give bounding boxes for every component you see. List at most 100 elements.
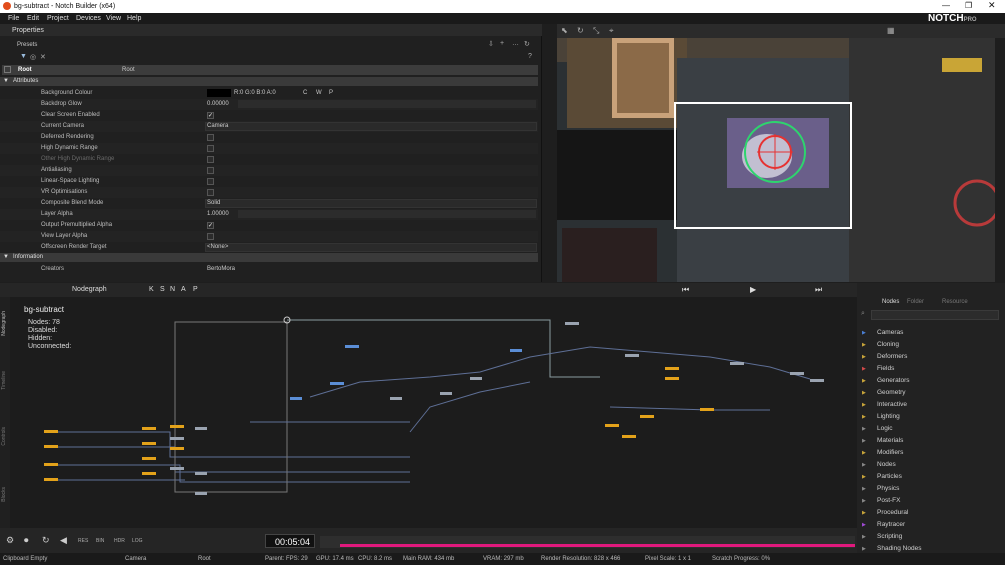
res-button[interactable]: RES <box>78 538 88 544</box>
timeline-track[interactable] <box>320 536 855 548</box>
attribute-row[interactable]: Offscreen Render Target <None> <box>0 242 538 253</box>
toolbar-letter-n[interactable]: N <box>170 286 175 293</box>
nodegraph-canvas[interactable]: bg-subtract Nodes: 78 Disabled: Hidden: … <box>10 297 857 528</box>
node-category-item[interactable]: Logic <box>877 425 893 432</box>
scale-tool-icon[interactable]: ⤡ <box>593 26 599 36</box>
colour-swatch[interactable] <box>207 89 231 97</box>
camera-tool-icon[interactable]: ⌖ <box>609 26 614 36</box>
refresh-icon[interactable]: ↻ <box>524 40 530 48</box>
tab-folder[interactable]: Folder <box>907 299 924 305</box>
menu-file[interactable]: File <box>8 15 19 22</box>
back-icon[interactable]: ◀ <box>60 535 67 546</box>
expand-arrow-icon[interactable]: ▶ <box>862 474 866 480</box>
menu-view[interactable]: View <box>106 15 121 22</box>
attribute-slider[interactable] <box>238 100 536 108</box>
refresh-icon[interactable]: ↻ <box>42 535 50 546</box>
camera-icon[interactable]: ⏺ <box>24 535 29 546</box>
more-icon[interactable]: … <box>512 40 519 47</box>
attribute-checkbox[interactable] <box>207 189 214 196</box>
rotate-tool-icon[interactable]: ↻ <box>577 26 584 35</box>
toolbar-letter-p[interactable]: P <box>193 286 198 293</box>
target-icon[interactable]: ◎ <box>30 53 36 61</box>
expand-arrow-icon[interactable]: ▶ <box>862 342 866 348</box>
attribute-row[interactable]: View Layer Alpha <box>0 231 538 242</box>
expand-arrow-icon[interactable]: ▶ <box>862 426 866 432</box>
information-section[interactable]: ▼ Information <box>0 253 538 262</box>
attribute-checkbox[interactable] <box>207 145 214 152</box>
node-category-item[interactable]: Generators <box>877 377 910 384</box>
attribute-row[interactable]: VR Optimisations <box>0 187 538 198</box>
colour-mode-button[interactable]: W <box>316 90 322 96</box>
time-display[interactable]: 00:05:04 <box>265 534 315 548</box>
download-icon[interactable]: ⇩ <box>488 40 494 48</box>
node-category-item[interactable]: Post-FX <box>877 497 900 504</box>
node-category-item[interactable]: Nodes <box>877 461 896 468</box>
minimize-button[interactable]: — <box>942 1 950 10</box>
toolbar-letter-k[interactable]: K <box>149 286 154 293</box>
attribute-checkbox[interactable]: ✓ <box>207 222 214 229</box>
tab-resource[interactable]: Resource <box>942 299 968 305</box>
maximize-button[interactable]: ❐ <box>965 1 972 10</box>
expand-arrow-icon[interactable]: ▶ <box>862 486 866 492</box>
attribute-row[interactable]: Antialiasing <box>0 165 538 176</box>
expand-arrow-icon[interactable]: ▶ <box>862 534 866 540</box>
attribute-row[interactable]: Deferred Rendering <box>0 132 538 143</box>
node-category-item[interactable]: Shading Nodes <box>877 545 921 552</box>
render-viewport[interactable] <box>557 38 995 282</box>
node-category-item[interactable]: Deformers <box>877 353 907 360</box>
hdr-button[interactable]: HDR <box>114 538 125 544</box>
node-category-item[interactable]: Interactive <box>877 401 907 408</box>
tab-nodes[interactable]: Nodes <box>882 299 899 305</box>
menu-project[interactable]: Project <box>47 15 69 22</box>
attribute-row[interactable]: Output Premultiplied Alpha ✓ <box>0 220 538 231</box>
attribute-row[interactable]: Linear-Space Lighting <box>0 176 538 187</box>
expand-arrow-icon[interactable]: ▶ <box>862 414 866 420</box>
attribute-dropdown[interactable] <box>205 122 537 131</box>
attribute-row[interactable]: Composite Blend Mode Solid <box>0 198 538 209</box>
attribute-row[interactable]: High Dynamic Range <box>0 143 538 154</box>
select-tool-icon[interactable]: ⬉ <box>561 26 568 35</box>
expand-arrow-icon[interactable]: ▶ <box>862 354 866 360</box>
help-icon[interactable]: ? <box>528 53 532 60</box>
properties-tab[interactable]: Properties <box>12 27 44 34</box>
expand-arrow-icon[interactable]: ▶ <box>862 498 866 504</box>
skip-back-icon[interactable]: ⏮ <box>682 285 689 295</box>
bin-button[interactable]: BIN <box>96 538 104 544</box>
root-checkbox[interactable] <box>4 66 11 73</box>
expand-arrow-icon[interactable]: ▶ <box>862 390 866 396</box>
attribute-checkbox[interactable] <box>207 178 214 185</box>
expand-arrow-icon[interactable]: ▶ <box>862 366 866 372</box>
menu-help[interactable]: Help <box>127 15 141 22</box>
expand-arrow-icon[interactable]: ▶ <box>862 450 866 456</box>
expand-arrow-icon[interactable]: ▶ <box>862 510 866 516</box>
node-category-item[interactable]: Materials <box>877 437 903 444</box>
side-tab-nodegraph[interactable]: Nodegraph <box>1 311 7 336</box>
node-search-input[interactable] <box>871 310 999 320</box>
attribute-checkbox[interactable] <box>207 156 214 163</box>
gear-icon[interactable]: ⚙ <box>6 535 14 546</box>
attribute-row[interactable]: Other High Dynamic Range <box>0 154 538 165</box>
nodegraph-tab[interactable]: Nodegraph <box>72 286 107 293</box>
filter-icon[interactable]: ▼ <box>20 53 27 60</box>
node-category-item[interactable]: Raytracer <box>877 521 905 528</box>
attribute-checkbox[interactable] <box>207 167 214 174</box>
node-category-item[interactable]: Fields <box>877 365 894 372</box>
menu-devices[interactable]: Devices <box>76 15 101 22</box>
expand-arrow-icon[interactable]: ▶ <box>862 330 866 336</box>
attribute-dropdown[interactable] <box>205 199 537 208</box>
side-tab-controls[interactable]: Controls <box>1 427 7 446</box>
node-category-item[interactable]: Procedural <box>877 509 908 516</box>
node-category-item[interactable]: Physics <box>877 485 899 492</box>
attribute-row[interactable]: Clear Screen Enabled ✓ <box>0 110 538 121</box>
toolbar-letter-s[interactable]: S <box>160 286 165 293</box>
attribute-dropdown[interactable] <box>205 243 537 252</box>
attribute-checkbox[interactable] <box>207 233 214 240</box>
attribute-row[interactable]: Current Camera Camera <box>0 121 538 132</box>
expand-arrow-icon[interactable]: ▶ <box>862 522 866 528</box>
node-category-item[interactable]: Cloning <box>877 341 899 348</box>
expand-arrow-icon[interactable]: ▶ <box>862 462 866 468</box>
root-row[interactable]: Root Root <box>2 65 538 75</box>
colour-mode-button[interactable]: P <box>329 90 333 96</box>
skip-forward-icon[interactable]: ⏭ <box>815 285 822 295</box>
close-button[interactable]: ✕ <box>988 0 996 11</box>
